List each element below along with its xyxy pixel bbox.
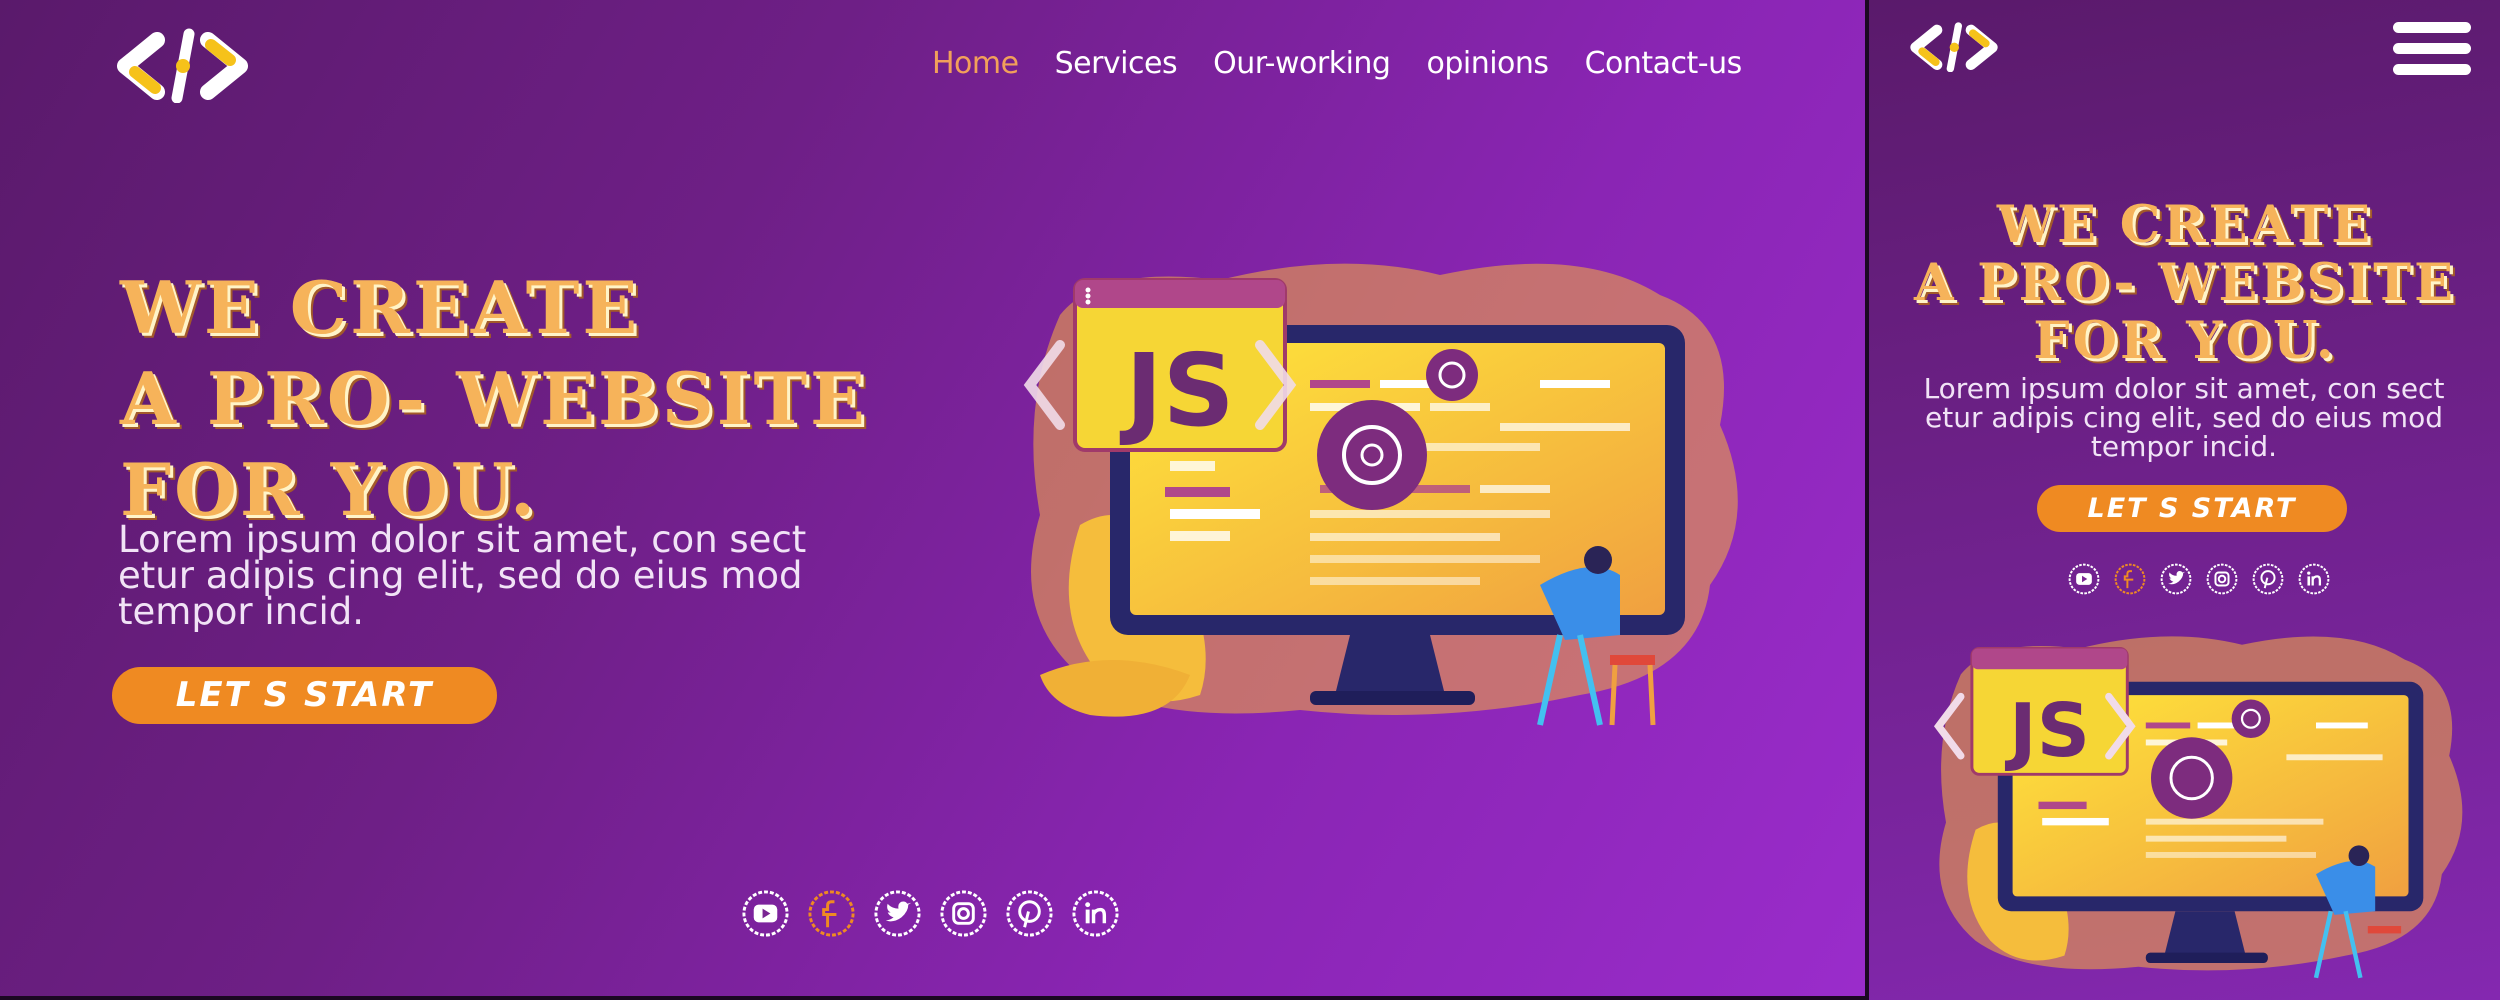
- mobile-headline-line-3: FOR YOU.: [2033, 311, 2337, 371]
- nav-services[interactable]: Services: [1055, 46, 1178, 81]
- youtube-icon[interactable]: [740, 888, 791, 939]
- twitter-icon[interactable]: [872, 888, 923, 939]
- hero-description: Lorem ipsum dolor sit amet, con sect etu…: [118, 518, 807, 633]
- mobile-headline-line-1: WE CREATE: [1996, 195, 2374, 255]
- hamburger-menu-icon[interactable]: [2393, 22, 2471, 82]
- social-links: [740, 888, 1121, 939]
- main-nav: Home Services Our-working opinions Conta…: [932, 46, 1742, 81]
- pinterest-icon[interactable]: [1004, 888, 1055, 939]
- facebook-icon[interactable]: [2113, 562, 2147, 596]
- mobile-hero-headline: WE CREATE A PRO- WEBSITE FOR YOU.: [1875, 196, 2495, 370]
- js-badge: JS: [1119, 332, 1234, 449]
- panel-bottom-border: [0, 996, 1865, 1000]
- mobile-hero-description: Lorem ipsum dolor sit amet, con sect etu…: [1923, 372, 2445, 463]
- mobile-social-links: [2067, 562, 2331, 596]
- desktop-view: Home Services Our-working opinions Conta…: [0, 0, 1865, 1000]
- mobile-lets-start-button[interactable]: LET S START: [2037, 485, 2347, 532]
- lets-start-button[interactable]: LET S START: [112, 667, 497, 724]
- mobile-developer-illustration: JS: [1933, 636, 2463, 979]
- linkedin-icon[interactable]: [2297, 562, 2331, 596]
- hero-headline: WE CREATE A PRO- WEBSITE FOR YOU.: [120, 262, 868, 535]
- instagram-icon[interactable]: [938, 888, 989, 939]
- mobile-js-badge: JS: [2004, 688, 2090, 774]
- twitter-icon[interactable]: [2159, 562, 2193, 596]
- headline-line-2: A PRO- WEBSITE: [120, 356, 868, 441]
- mobile-headline-line-2: A PRO- WEBSITE: [1913, 253, 2457, 313]
- linkedin-icon[interactable]: [1070, 888, 1121, 939]
- nav-our-working[interactable]: Our-working: [1213, 46, 1391, 81]
- mobile-code-brackets-logo[interactable]: [1909, 22, 1999, 72]
- youtube-icon[interactable]: [2067, 562, 2101, 596]
- nav-home[interactable]: Home: [932, 46, 1019, 81]
- pinterest-icon[interactable]: [2251, 562, 2285, 596]
- headline-line-1: WE CREATE: [120, 265, 641, 350]
- nav-opinions[interactable]: opinions: [1426, 46, 1549, 81]
- developer-illustration: JS: [1023, 263, 1738, 726]
- facebook-icon[interactable]: [806, 888, 857, 939]
- nav-contact-us[interactable]: Contact-us: [1585, 46, 1743, 81]
- instagram-icon[interactable]: [2205, 562, 2239, 596]
- code-brackets-logo[interactable]: [115, 28, 250, 103]
